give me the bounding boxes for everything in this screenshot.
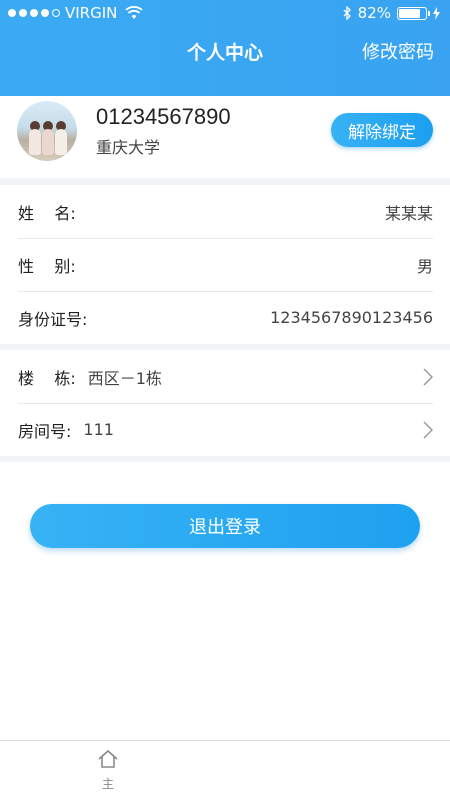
bluetooth-icon bbox=[343, 6, 351, 20]
name-row: 姓 名: 某某某 bbox=[0, 185, 450, 238]
personal-info-card: 姓 名: 某某某 性 别: 男 身份证号: 1234567890123456 bbox=[0, 185, 450, 344]
carrier-label: VIRGIN bbox=[65, 4, 118, 22]
signal-icon bbox=[8, 9, 60, 17]
id-number-row: 身份证号: 1234567890123456 bbox=[0, 291, 450, 344]
status-right: 82% bbox=[343, 4, 440, 22]
id-number-label: 身份证号: bbox=[18, 309, 88, 329]
building-value: 西区－1栋 bbox=[87, 368, 162, 388]
chevron-right-icon bbox=[423, 420, 433, 439]
building-row[interactable]: 楼 栋: 西区－1栋 bbox=[0, 350, 450, 403]
tab-bar: 主 bbox=[0, 740, 450, 800]
name-label: 姓 名: bbox=[18, 203, 76, 223]
gender-row: 性 别: 男 bbox=[0, 238, 450, 291]
gender-value: 男 bbox=[416, 256, 433, 276]
home-icon bbox=[98, 749, 118, 768]
tab-home-label: 主 bbox=[101, 777, 114, 791]
room-label: 房间号: bbox=[18, 421, 72, 441]
room-value: 111 bbox=[83, 420, 114, 439]
change-password-button[interactable]: 修改密码 bbox=[362, 38, 434, 64]
profile-section: 01234567890 重庆大学 解除绑定 bbox=[0, 96, 450, 178]
school-name: 重庆大学 bbox=[96, 138, 161, 157]
dorm-info-card: 楼 栋: 西区－1栋 房间号: 111 bbox=[0, 350, 450, 456]
wifi-icon bbox=[125, 6, 143, 19]
tab-home[interactable]: 主 bbox=[93, 747, 123, 797]
avatar bbox=[17, 101, 77, 161]
gender-label: 性 别: bbox=[18, 256, 76, 276]
status-bar: VIRGIN 82% bbox=[0, 0, 450, 28]
room-row[interactable]: 房间号: 111 bbox=[0, 403, 450, 456]
id-number-value: 1234567890123456 bbox=[270, 308, 433, 327]
building-label: 楼 栋: bbox=[18, 368, 76, 388]
charging-icon bbox=[433, 6, 440, 20]
battery-icon bbox=[397, 6, 430, 20]
unbind-button[interactable]: 解除绑定 bbox=[331, 113, 433, 147]
phone-number: 01234567890 bbox=[96, 104, 231, 129]
name-value: 某某某 bbox=[384, 203, 433, 223]
status-left: VIRGIN bbox=[8, 4, 143, 22]
logout-button[interactable]: 退出登录 bbox=[30, 504, 420, 548]
chevron-right-icon bbox=[423, 367, 433, 386]
battery-percent: 82% bbox=[357, 4, 391, 22]
header: VIRGIN 82% 个人中心 修改密码 bbox=[0, 0, 450, 96]
